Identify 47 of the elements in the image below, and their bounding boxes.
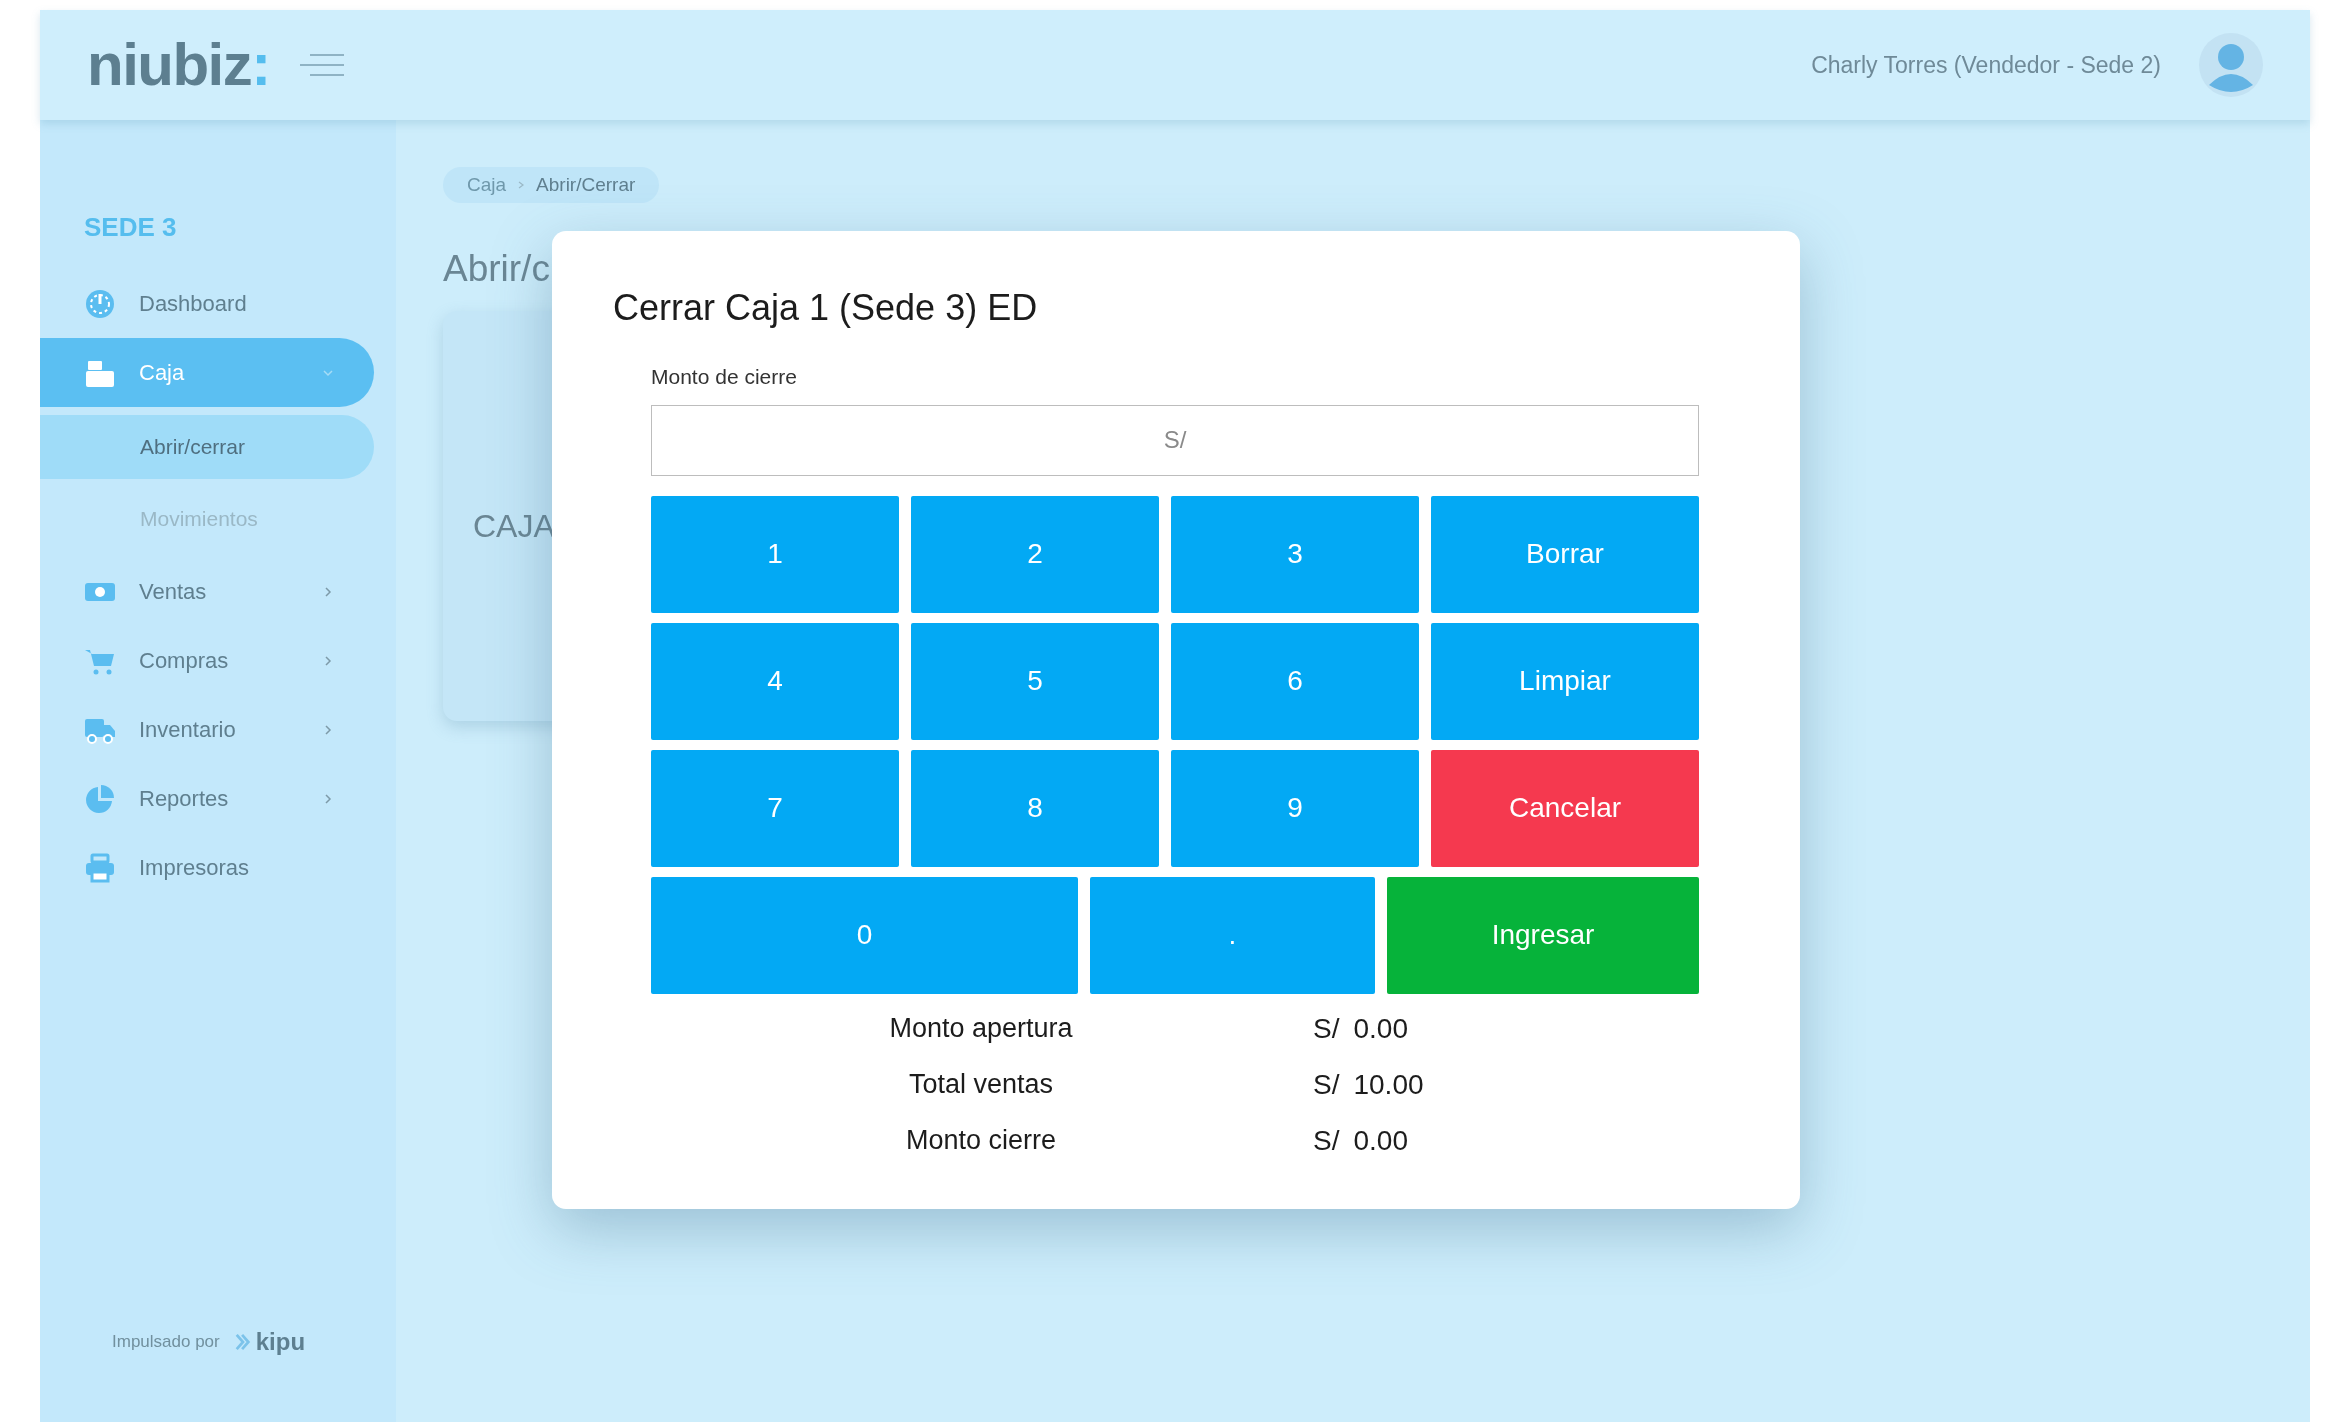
- summary-label: Total ventas: [907, 1067, 1055, 1101]
- key-button[interactable]: 2: [911, 495, 1159, 613]
- currency-symbol: S/: [1313, 1123, 1340, 1158]
- footer-text: Impulsado por: [112, 1331, 220, 1354]
- cancel-button[interactable]: Cancelar: [1431, 749, 1699, 867]
- field-label: Monto de cierre: [651, 364, 798, 390]
- breadcrumb-link[interactable]: Caja: [467, 170, 507, 200]
- logo: niubiz:: [87, 35, 270, 95]
- sidebar-item[interactable]: Reportes: [40, 764, 374, 833]
- section-heading: SEDE 3: [84, 211, 178, 244]
- key-button[interactable]: 6: [1171, 622, 1419, 740]
- summary-label: Monto cierre: [904, 1123, 1058, 1157]
- menu-icon[interactable]: [299, 52, 346, 78]
- sidebar-item[interactable]: Compras: [40, 626, 374, 695]
- user-name: Charly Torres (Vendedor - Sede 2): [1811, 50, 2161, 80]
- sidebar-item[interactable]: Impresoras: [40, 833, 374, 902]
- amount-input-field[interactable]: S/: [651, 404, 1699, 476]
- summary-amount: 0.00: [1353, 1123, 1408, 1158]
- summary-amount: 0.00: [1353, 1011, 1408, 1046]
- submit-button[interactable]: Ingresar: [1387, 876, 1699, 994]
- currency-symbol: S/: [1313, 1067, 1340, 1102]
- key-button[interactable]: 8: [911, 749, 1159, 867]
- key-button[interactable]: 0: [651, 876, 1078, 994]
- submenu-item[interactable]: Abrir/cerrar: [40, 415, 374, 479]
- menu-item-icon: [84, 851, 116, 884]
- dialog-title: Cerrar Caja 1 (Sede 3) ED: [613, 286, 1039, 330]
- sidebar-item[interactable]: Inventario: [40, 695, 374, 764]
- menu-item-icon: [84, 782, 116, 815]
- brand-logo: kipu: [233, 1324, 306, 1360]
- key-button[interactable]: 7: [651, 749, 899, 867]
- summary-amount: 10.00: [1353, 1067, 1424, 1102]
- key-button[interactable]: 5: [911, 622, 1159, 740]
- key-button[interactable]: .: [1090, 876, 1375, 994]
- menu-item-icon: [84, 287, 116, 320]
- key-button[interactable]: 4: [651, 622, 899, 740]
- currency-symbol: S/: [1313, 1011, 1340, 1046]
- sidebar-item[interactable]: Dashboard: [40, 269, 374, 338]
- card-title: CAJA: [473, 506, 555, 546]
- key-button[interactable]: 3: [1171, 495, 1419, 613]
- key-button[interactable]: 9: [1171, 749, 1419, 867]
- sidebar-item[interactable]: Ventas: [40, 557, 374, 626]
- summary-label: Monto apertura: [888, 1011, 1074, 1045]
- page-title: Abrir/c: [443, 247, 550, 291]
- action-button[interactable]: Limpiar: [1431, 622, 1699, 740]
- key-button[interactable]: 1: [651, 495, 899, 613]
- action-button[interactable]: Borrar: [1431, 495, 1699, 613]
- sidebar-item[interactable]: Caja: [40, 338, 374, 407]
